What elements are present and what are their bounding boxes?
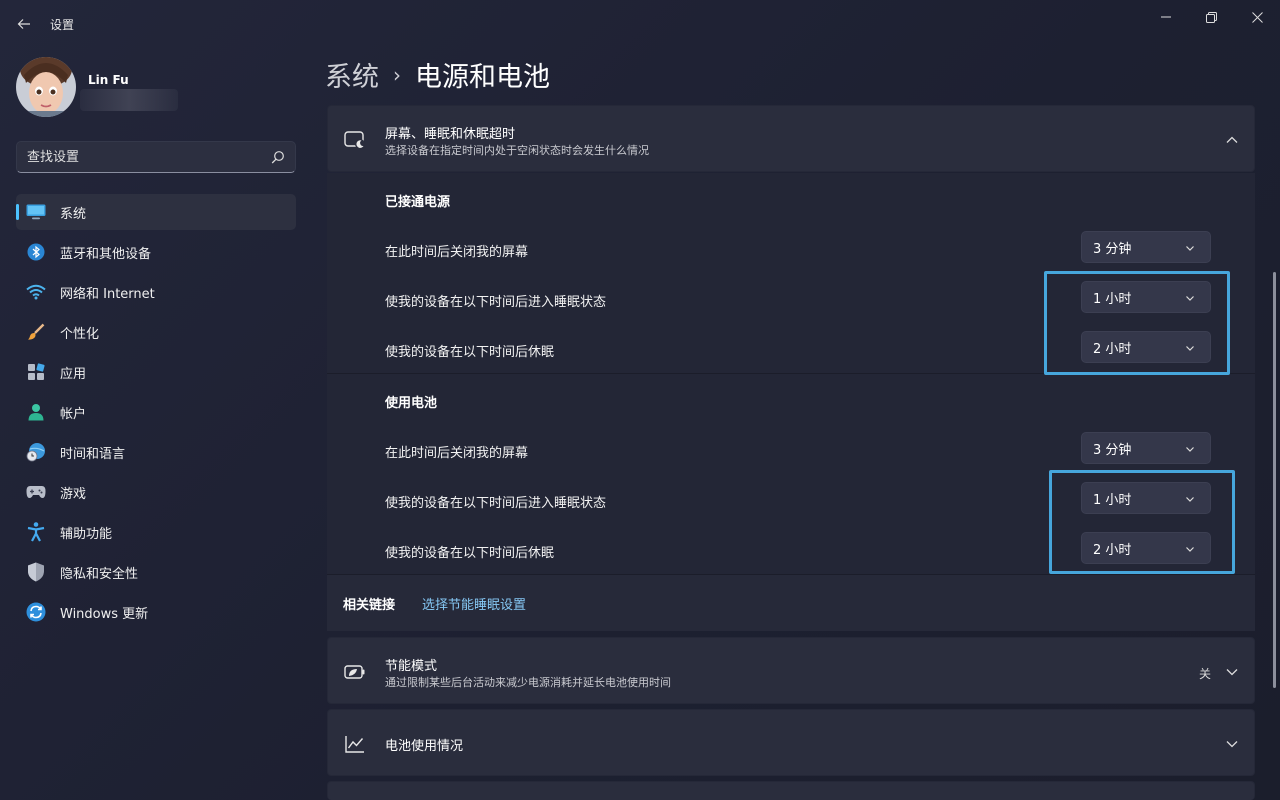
energy-saving-sleep-link[interactable]: 选择节能睡眠设置 xyxy=(422,594,526,613)
sidebar-item-privacy[interactable]: 隐私和安全性 xyxy=(16,554,296,590)
row-label: 使我的设备在以下时间后进入睡眠状态 xyxy=(385,496,607,511)
group-title: 使用电池 xyxy=(385,396,438,411)
avatar[interactable] xyxy=(16,57,76,117)
screen-sleep-expander[interactable]: 屏幕、睡眠和休眠超时 选择设备在指定时间内处于空闲状态时会发生什么情况 xyxy=(327,105,1255,172)
highlight-box-plugged xyxy=(1044,271,1230,375)
section-title: 屏幕、睡眠和休眠超时 xyxy=(385,127,516,142)
section-subtitle: 选择设备在指定时间内处于空闲状态时会发生什么情况 xyxy=(385,144,649,157)
chevron-down-icon[interactable] xyxy=(1225,737,1239,751)
arrow-left-icon xyxy=(17,19,30,29)
line-chart-icon xyxy=(344,733,366,755)
accessibility-icon xyxy=(25,521,47,543)
next-section-partial xyxy=(327,781,1255,800)
highlight-box-battery xyxy=(1049,470,1235,574)
sidebar-item-label: 蓝牙和其他设备 xyxy=(60,246,152,262)
breadcrumb-separator: › xyxy=(393,62,401,87)
sidebar-item-label: 时间和语言 xyxy=(60,446,126,462)
section-subtitle: 通过限制某些后台活动来减少电源消耗并延长电池使用时间 xyxy=(385,676,671,689)
sidebar-item-apps[interactable]: 应用 xyxy=(16,354,296,390)
user-email-redacted xyxy=(80,89,178,111)
close-icon xyxy=(1251,11,1263,23)
sidebar-item-label: 帐户 xyxy=(60,406,87,422)
energy-saver-icon xyxy=(344,661,366,683)
section-title: 节能模式 xyxy=(385,659,438,674)
search-box[interactable] xyxy=(16,141,296,173)
chevron-down-icon xyxy=(1186,447,1194,452)
bluetooth-icon xyxy=(25,241,47,263)
sidebar-item-label: 应用 xyxy=(60,366,87,382)
sidebar-item-label: 系统 xyxy=(60,206,87,222)
chevron-down-icon xyxy=(1186,246,1194,251)
chevron-up-icon[interactable] xyxy=(1225,133,1239,147)
user-avatar-icon xyxy=(16,57,76,117)
close-button[interactable] xyxy=(1234,6,1280,28)
sidebar-item-label: 隐私和安全性 xyxy=(60,566,139,582)
screen-sleep-icon xyxy=(344,129,366,151)
dropdown-value: 3 分钟 xyxy=(1093,442,1132,458)
sidebar-nav: 系统 蓝牙和其他设备 网络和 Internet 个性化 应用 帐户 时间和语言 … xyxy=(16,194,296,634)
plugged-screen-off-dropdown[interactable]: 3 分钟 xyxy=(1081,231,1211,263)
sidebar-item-personalization[interactable]: 个性化 xyxy=(16,314,296,350)
app-title: 设置 xyxy=(50,18,75,32)
search-input[interactable] xyxy=(17,142,257,172)
monitor-icon xyxy=(25,201,47,223)
row-label: 在此时间后关闭我的屏幕 xyxy=(385,446,529,461)
page-title: 电源和电池 xyxy=(415,62,550,93)
row-label: 使我的设备在以下时间后进入睡眠状态 xyxy=(385,295,607,310)
maximize-button[interactable] xyxy=(1188,6,1234,28)
person-icon xyxy=(25,401,47,423)
chevron-down-icon[interactable] xyxy=(1225,665,1239,679)
group-title: 已接通电源 xyxy=(385,195,451,210)
sidebar-item-label: 网络和 Internet xyxy=(60,286,155,302)
brush-icon xyxy=(25,321,47,343)
globe-clock-icon xyxy=(25,441,47,463)
related-links: 相关链接 选择节能睡眠设置 xyxy=(327,574,1255,631)
sidebar-item-label: Windows 更新 xyxy=(60,606,149,622)
apps-icon xyxy=(25,361,47,383)
title-bar: 设置 xyxy=(0,0,1280,48)
sidebar-item-label: 辅助功能 xyxy=(60,526,113,542)
sidebar-item-label: 游戏 xyxy=(60,486,87,502)
dropdown-value: 3 分钟 xyxy=(1093,241,1132,257)
breadcrumb: 系统 › 电源和电池 xyxy=(325,55,550,94)
battery-screen-off-dropdown[interactable]: 3 分钟 xyxy=(1081,432,1211,464)
sidebar-item-gaming[interactable]: 游戏 xyxy=(16,474,296,510)
minimize-icon xyxy=(1161,16,1171,18)
row-label: 使我的设备在以下时间后休眠 xyxy=(385,546,555,561)
back-button[interactable] xyxy=(12,12,36,36)
wifi-icon xyxy=(25,281,47,303)
gamepad-icon xyxy=(25,481,47,503)
related-links-label: 相关链接 xyxy=(343,598,396,613)
update-icon xyxy=(25,601,47,623)
energy-saver-status: 关 xyxy=(1199,667,1212,681)
row-label: 在此时间后关闭我的屏幕 xyxy=(385,245,529,260)
sidebar-item-label: 个性化 xyxy=(60,326,100,342)
settings-window: 设置 Lin Fu 查找设置 系统 蓝牙和其他设备 网络和 Internet 个… xyxy=(0,0,1280,800)
sidebar-item-bluetooth[interactable]: 蓝牙和其他设备 xyxy=(16,234,296,270)
user-name: Lin Fu xyxy=(88,73,129,87)
section-title: 电池使用情况 xyxy=(385,739,464,754)
sidebar-item-time-language[interactable]: 时间和语言 xyxy=(16,434,296,470)
breadcrumb-parent[interactable]: 系统 xyxy=(325,55,379,94)
restore-icon xyxy=(1205,11,1217,23)
sidebar-item-system[interactable]: 系统 xyxy=(16,194,296,230)
sidebar-item-accounts[interactable]: 帐户 xyxy=(16,394,296,430)
vertical-scrollbar[interactable] xyxy=(1273,272,1276,688)
energy-saver-expander[interactable]: 节能模式 通过限制某些后台活动来减少电源消耗并延长电池使用时间 关 xyxy=(327,637,1255,704)
sidebar-item-network[interactable]: 网络和 Internet xyxy=(16,274,296,310)
sidebar-item-windows-update[interactable]: Windows 更新 xyxy=(16,594,296,630)
active-indicator xyxy=(16,204,19,220)
battery-usage-expander[interactable]: 电池使用情况 xyxy=(327,709,1255,776)
search-icon[interactable] xyxy=(271,150,285,164)
shield-icon xyxy=(25,561,47,583)
sidebar-item-accessibility[interactable]: 辅助功能 xyxy=(16,514,296,550)
row-label: 使我的设备在以下时间后休眠 xyxy=(385,345,555,360)
minimize-button[interactable] xyxy=(1143,6,1189,28)
